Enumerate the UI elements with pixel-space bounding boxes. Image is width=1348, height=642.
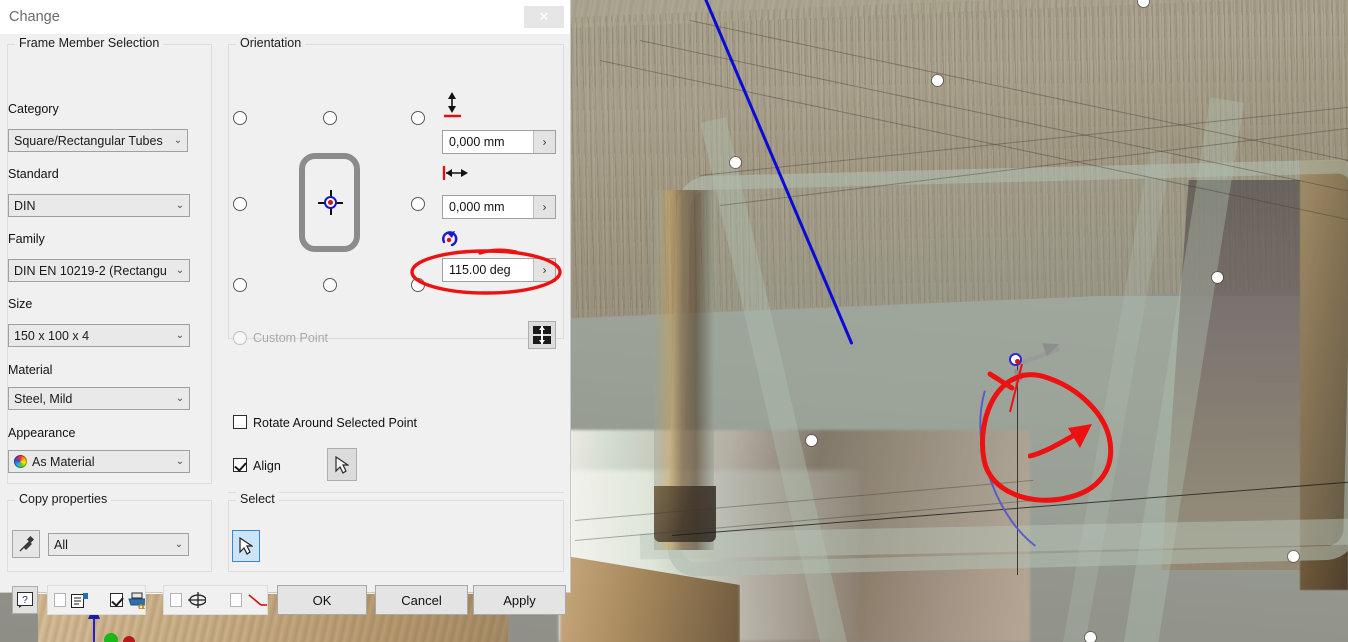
family-label: Family xyxy=(8,232,45,246)
copy-properties-pipette-button[interactable] xyxy=(12,530,40,558)
vertical-offset-value: 0,000 mm xyxy=(449,135,505,149)
copy-properties-value: All xyxy=(54,537,68,552)
align-pick-button[interactable] xyxy=(327,448,357,481)
orientation-group: Orientation xyxy=(228,36,564,339)
apply-button[interactable]: Apply xyxy=(473,585,566,615)
pipette-icon xyxy=(19,535,34,551)
vertical-offset-expand-icon[interactable]: › xyxy=(533,131,555,153)
gizmo-pivot-point[interactable] xyxy=(1009,353,1022,366)
family-value: DIN EN 10219-2 (Rectangu xyxy=(14,263,167,278)
change-dialog: Change ✕ Frame Member Selection Category… xyxy=(0,0,570,615)
properties-toggle-checkbox[interactable] xyxy=(54,593,67,607)
select-legend: Select xyxy=(236,492,279,506)
standard-label: Standard xyxy=(8,167,59,181)
cursor-select-icon xyxy=(239,537,253,555)
rotation-angle-icon xyxy=(442,231,458,247)
frame-member-selection-legend: Frame Member Selection xyxy=(15,36,164,50)
vertical-offset-icon xyxy=(444,92,461,118)
material-value: Steel, Mild xyxy=(14,391,73,406)
vertex-dot[interactable] xyxy=(730,157,741,168)
orientation-legend: Orientation xyxy=(236,36,306,50)
chevron-down-icon: ⌄ xyxy=(175,265,185,276)
orientation-radio-middle-right[interactable] xyxy=(411,197,425,211)
chevron-down-icon: ⌄ xyxy=(174,539,184,550)
align-checkbox[interactable] xyxy=(233,458,247,472)
vertex-dot[interactable] xyxy=(1288,551,1299,562)
cursor-select-button[interactable] xyxy=(232,530,260,562)
app-root: Z Change ✕ Frame Member Selection Catego… xyxy=(0,0,1348,642)
orientation-radio-top-center[interactable] xyxy=(323,111,337,125)
family-dropdown[interactable]: DIN EN 10219-2 (Rectangu ⌄ xyxy=(8,259,190,282)
horizontal-offset-expand-icon[interactable]: › xyxy=(533,196,555,218)
category-value: Square/Rectangular Tubes xyxy=(14,133,163,148)
chevron-down-icon: ⌄ xyxy=(173,135,183,146)
size-value: 150 x 100 x 4 xyxy=(14,328,90,343)
appearance-label: Appearance xyxy=(8,426,76,440)
help-icon: ? xyxy=(17,592,33,608)
angle-toggle-checkbox[interactable] xyxy=(229,593,242,607)
material-dropdown[interactable]: Steel, Mild ⌄ xyxy=(8,387,190,410)
rotate-around-selected-point-checkbox[interactable] xyxy=(233,415,247,429)
category-dropdown[interactable]: Square/Rectangular Tubes ⌄ xyxy=(8,129,188,152)
standard-value: DIN xyxy=(14,198,36,213)
copy-properties-dropdown[interactable]: All ⌄ xyxy=(48,533,189,556)
cancel-button[interactable]: Cancel xyxy=(375,585,468,615)
size-dropdown[interactable]: 150 x 100 x 4 ⌄ xyxy=(8,324,190,347)
svg-text:?: ? xyxy=(22,595,28,606)
chevron-down-icon: ⌄ xyxy=(175,456,185,467)
dialog-body: Frame Member Selection Category Square/R… xyxy=(0,34,570,615)
horizontal-offset-icon xyxy=(442,166,468,180)
toggle-group-2 xyxy=(163,585,268,615)
symmetry-icon xyxy=(188,592,206,608)
properties-icon xyxy=(71,592,89,608)
size-label: Size xyxy=(8,297,33,311)
symmetry-toggle-checkbox[interactable] xyxy=(170,593,183,607)
rotation-angle-expand-icon[interactable]: › xyxy=(533,259,555,281)
appearance-sphere-icon xyxy=(14,455,27,468)
close-icon[interactable]: ✕ xyxy=(524,6,564,28)
move-point-icon-button[interactable] xyxy=(528,321,556,349)
angle-icon xyxy=(248,594,267,606)
chevron-down-icon: ⌄ xyxy=(175,330,185,341)
profile-center-point-icon xyxy=(318,190,343,215)
rotation-angle-value: 115.00 deg xyxy=(449,263,511,277)
help-button[interactable]: ? xyxy=(12,586,38,614)
appearance-value: As Material xyxy=(32,454,95,469)
cursor-pick-icon xyxy=(335,455,349,474)
custom-point-label: Custom Point xyxy=(253,331,329,345)
appearance-dropdown[interactable]: As Material ⌄ xyxy=(8,450,190,473)
orientation-radio-middle-left[interactable] xyxy=(233,197,247,211)
move-point-icon xyxy=(533,326,551,344)
vertex-dot[interactable] xyxy=(932,75,943,86)
dialog-titlebar[interactable]: Change ✕ xyxy=(0,0,570,34)
vertex-dot[interactable] xyxy=(1085,632,1096,642)
standard-dropdown[interactable]: DIN ⌄ xyxy=(8,194,190,217)
orientation-radio-bottom-right[interactable] xyxy=(411,278,425,292)
printer-toggle-checkbox[interactable] xyxy=(110,593,123,607)
ok-button[interactable]: OK xyxy=(277,585,367,615)
custom-point-radio[interactable] xyxy=(233,331,247,345)
toggle-group-1 xyxy=(47,585,146,615)
orientation-radio-top-left[interactable] xyxy=(233,111,247,125)
select-group: Select xyxy=(228,492,564,572)
chevron-down-icon: ⌄ xyxy=(175,200,185,211)
orientation-radio-top-right[interactable] xyxy=(411,111,425,125)
vertical-offset-field[interactable]: 0,000 mm › xyxy=(442,130,556,154)
dialog-title: Change xyxy=(9,9,60,25)
vertex-dot[interactable] xyxy=(1212,272,1223,283)
horizontal-offset-field[interactable]: 0,000 mm › xyxy=(442,195,556,219)
material-label: Material xyxy=(8,363,53,377)
vertex-dot[interactable] xyxy=(806,435,817,446)
category-label: Category xyxy=(8,102,59,116)
rotation-angle-field[interactable]: 115.00 deg › xyxy=(442,258,556,282)
orientation-radio-bottom-left[interactable] xyxy=(233,278,247,292)
chevron-down-icon: ⌄ xyxy=(175,393,185,404)
align-label: Align xyxy=(253,459,281,473)
printer-icon xyxy=(127,592,145,609)
rotate-around-selected-point-label: Rotate Around Selected Point xyxy=(253,416,418,430)
horizontal-offset-value: 0,000 mm xyxy=(449,200,505,214)
copy-properties-legend: Copy properties xyxy=(15,492,112,506)
orientation-radio-bottom-center[interactable] xyxy=(323,278,337,292)
